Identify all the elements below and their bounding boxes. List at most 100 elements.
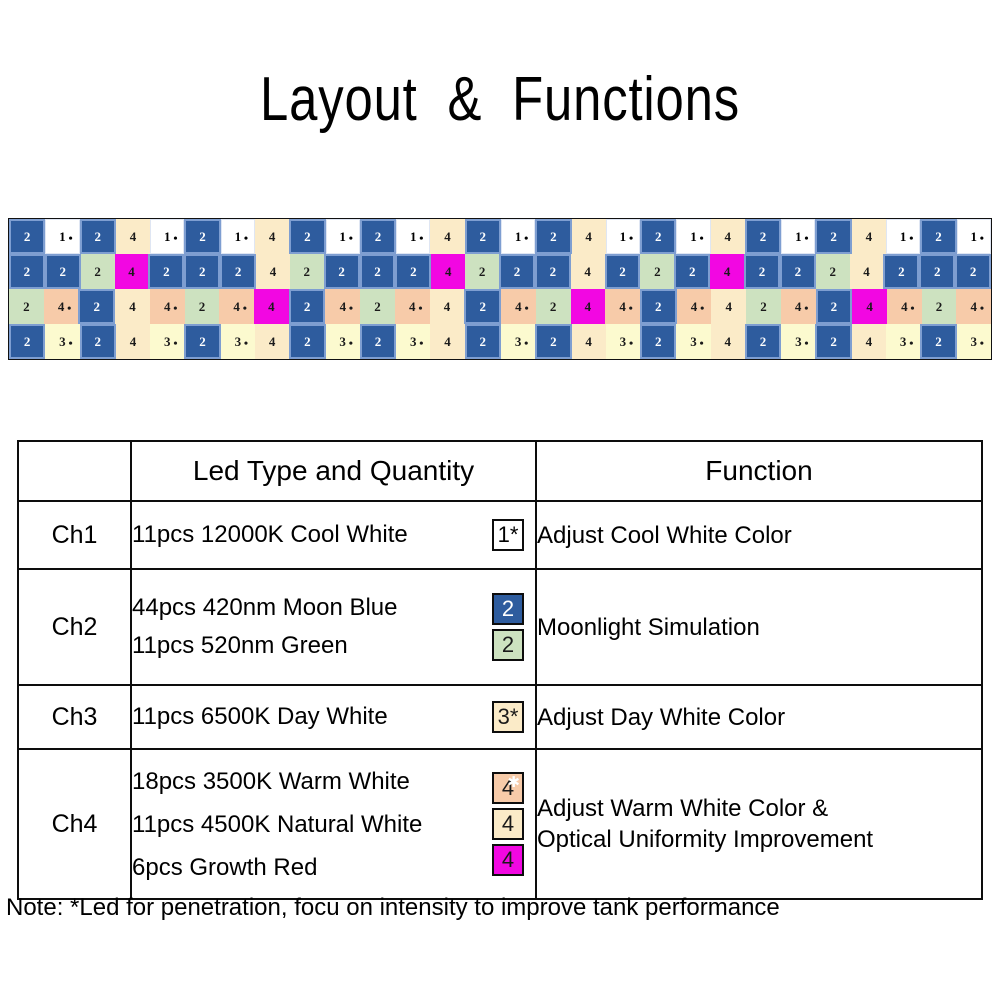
led-cell-2: 2: [395, 254, 432, 289]
asterisk-icon: •: [524, 301, 529, 315]
table-header-row: Led Type and Quantity Function: [17, 440, 983, 502]
led-cell-2: 2: [744, 324, 782, 359]
led-cell-4: 4: [254, 324, 290, 359]
led-type-text: 18pcs 3500K Warm White: [132, 767, 410, 795]
led-cell-4star: 4 •: [219, 289, 255, 324]
led-cell-2: 2: [640, 324, 677, 359]
led-cell-2: 2: [746, 289, 781, 324]
asterisk-icon: •: [419, 336, 424, 350]
led-badge-label: 2: [501, 632, 515, 657]
asterisk-icon: •: [243, 336, 249, 350]
channel-label-ch3: Ch3: [17, 684, 132, 750]
led-cell-4: 4: [710, 254, 745, 289]
asterisk-icon: •: [348, 231, 353, 245]
led-cell-4: 4: [852, 289, 887, 324]
header-led-type: Led Type and Quantity: [130, 440, 537, 502]
led-type-text: 6pcs Growth Red: [132, 853, 318, 881]
asterisk-icon: •: [67, 301, 72, 315]
asterisk-icon: •: [68, 336, 73, 350]
led-cell-2: 2: [464, 324, 501, 359]
function-ch4: Adjust Warm White Color & Optical Unifor…: [535, 748, 983, 900]
asterisk-icon: •: [804, 336, 809, 350]
led-cell-3star: 3 •: [605, 324, 641, 359]
asterisk-icon: •: [418, 301, 423, 315]
led-cell-4: 4: [430, 219, 465, 254]
led-cell-2: 2: [9, 219, 46, 254]
led-cell-2: 2: [79, 324, 116, 359]
led-cell-2: 2: [815, 324, 852, 359]
led-cell-2: 2: [535, 219, 572, 254]
led-types-ch4: 18pcs 3500K Warm White 11pcs 4500K Natur…: [130, 748, 537, 900]
asterisk-icon: •: [628, 231, 634, 245]
led-strip-row: 2224222422224222422242224222: [9, 254, 991, 289]
led-cell-2: 2: [464, 289, 502, 324]
led-cell-4star: 4 •: [394, 289, 430, 324]
led-badge-4-natural: 4: [492, 808, 524, 840]
asterisk-icon: •: [173, 301, 178, 315]
led-cell-2: 2: [464, 219, 501, 254]
led-cell-1star: 1 •: [500, 219, 536, 254]
led-type-text: 11pcs 6500K Day White: [132, 703, 388, 730]
led-cell-1star: 1 •: [886, 219, 921, 254]
led-cell-3star: 3 •: [396, 324, 431, 359]
led-cell-2: 2: [79, 219, 116, 254]
led-cell-4: 4: [429, 289, 465, 324]
led-cell-1star: 1 •: [956, 219, 991, 254]
led-cell-4: 4: [114, 254, 149, 289]
led-cell-2: 2: [465, 254, 500, 289]
led-cell-2: 2: [359, 219, 397, 254]
led-cell-2: 2: [289, 324, 326, 359]
asterisk-icon: •: [419, 231, 424, 245]
led-badge-4-red: 4: [492, 844, 524, 876]
led-cell-2: 2: [604, 254, 641, 289]
led-cell-1star: 1 •: [45, 219, 80, 254]
asterisk-icon: •: [979, 231, 984, 245]
led-cell-2: 2: [535, 289, 571, 324]
led-cell-2: 2: [779, 254, 816, 289]
led-types-ch1: 11pcs 12000K Cool White 1*: [130, 500, 537, 570]
led-badge-label: 4: [501, 847, 515, 872]
led-strip-diagram: 2 1 • 2 4 1 • 2 1 • 4 2 1 • 2 1 • 4 2 1 • 2 4 1 • 2 1 • 4 2 1 • 2 4 1 • 2 1 • 2…: [8, 218, 992, 360]
led-cell-2: 2: [535, 324, 572, 359]
led-cell-1star: 1 •: [220, 219, 255, 254]
led-cell-2: 2: [920, 324, 957, 359]
led-badge-label: 1*: [497, 522, 519, 547]
asterisk-icon: •: [348, 336, 353, 350]
led-cell-2: 2: [744, 254, 780, 289]
led-cell-3star: 3 •: [150, 324, 185, 359]
led-cell-3star: 3 •: [781, 324, 816, 359]
led-cell-4star: 4 •: [956, 289, 991, 324]
led-strip-row: 2 4 • 2 4 4 • 2 4 • 4 2 4 • 2 4 • 4 2 4 • 2 4 4 • 2 4 • 4 2 4 • 2 4 4 • 2 4 •: [9, 289, 991, 324]
led-cell-1star: 1 •: [150, 219, 185, 254]
led-type-text: 11pcs 520nm Green: [132, 632, 348, 659]
function-line-1: Adjust Warm White Color &: [537, 795, 829, 822]
led-cell-3star: 3 •: [676, 324, 711, 359]
asterisk-icon: •: [909, 231, 914, 245]
led-cell-2: 2: [184, 219, 221, 254]
led-cell-4: 4: [851, 219, 887, 254]
led-cell-2: 2: [289, 219, 326, 254]
led-cell-4: 4: [430, 324, 465, 359]
led-cell-2: 2: [9, 324, 46, 359]
asterisk-icon: •: [68, 231, 73, 245]
asterisk-icon: •: [699, 231, 704, 245]
led-cell-2: 2: [78, 289, 116, 324]
led-cell-2: 2: [640, 219, 677, 254]
led-cell-4: 4: [849, 254, 884, 289]
led-cell-2: 2: [184, 324, 221, 359]
led-cell-2: 2: [220, 254, 257, 289]
led-cell-4: 4: [711, 289, 747, 324]
led-cell-2: 2: [815, 254, 850, 289]
led-cell-4: 4: [571, 324, 606, 359]
led-cell-4star: 4 •: [501, 289, 536, 324]
led-cell-4: 4: [851, 324, 887, 359]
led-strip-row: 2 3 • 2 4 3 • 2 3 • 4 2 3 • 2 3 • 4 2 3 • 2 4 3 • 2 3 • 4 2 3 • 2 4 3 • 2 3 •: [9, 324, 991, 359]
asterisk-icon: •: [979, 301, 985, 315]
led-cell-4: 4: [254, 219, 290, 254]
led-cell-4: 4: [710, 219, 745, 254]
led-cell-1star: 1 •: [676, 219, 711, 254]
led-cell-2: 2: [9, 289, 44, 324]
led-cell-1star: 1 •: [605, 219, 641, 254]
led-cell-4star: 4 •: [43, 289, 79, 324]
led-cell-4: 4: [115, 289, 150, 324]
